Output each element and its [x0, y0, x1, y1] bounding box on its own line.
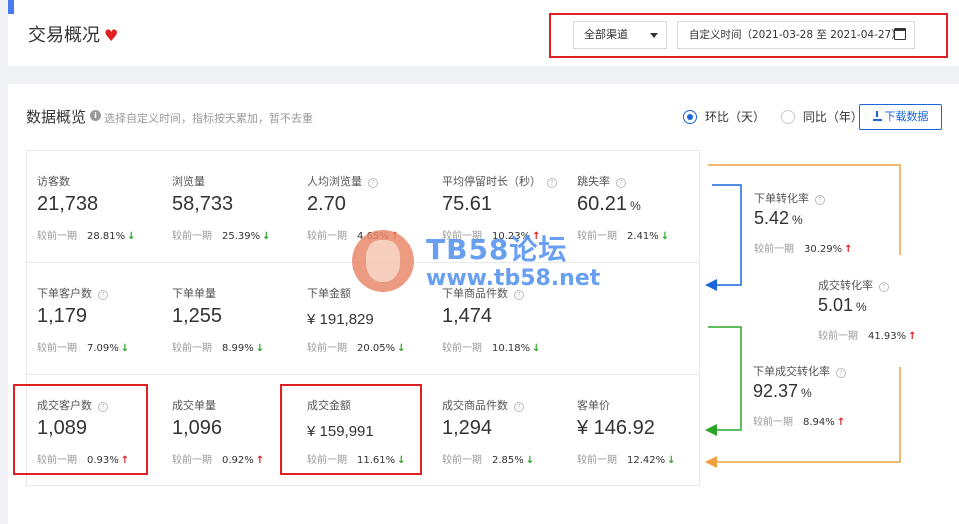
compare-pct: 30.29% [804, 244, 843, 255]
metric-value-number: 5.01 [818, 295, 854, 315]
calendar-icon [894, 28, 906, 40]
metric-order-deal-conversion: 下单成交转化率? 92.37% 较前一期 8.94% ↑ [753, 363, 883, 433]
metric-compare: 较前一期 30.29% ↑ [754, 240, 853, 255]
filter-highlight-box: 全部渠道 自定义时间（2021-03-28 至 2021-04-27） [549, 13, 948, 58]
highlight-deal-amount [280, 384, 422, 475]
metric-label-text: 成交转化率 [818, 279, 873, 292]
metric-label-text: 下单转化率 [754, 192, 809, 205]
compare-pct: 8.94% [803, 417, 835, 428]
metric-compare: 较前一期 8.94% ↑ [753, 413, 845, 428]
date-range-picker[interactable]: 自定义时间（2021-03-28 至 2021-04-27） [677, 21, 915, 49]
channel-select-value: 全部渠道 [584, 28, 628, 41]
data-overview-panel: 数据概览 i 选择自定义时间，指标按天累加，暂不去重 环比（天） 同比（年） 下… [8, 84, 959, 524]
metric-deal-conversion: 成交转化率? 5.01% 较前一期 41.93% ↑ [818, 277, 948, 347]
compare-label: 较前一期 [754, 244, 794, 255]
help-icon[interactable]: ? [815, 195, 825, 205]
help-icon[interactable]: ? [836, 368, 846, 378]
metric-unit: % [801, 386, 812, 400]
arrow-up-icon: ↑ [844, 244, 853, 255]
metric-label: 下单转化率? [754, 190, 825, 206]
metric-label-text: 下单成交转化率 [753, 365, 830, 378]
compare-pct: 41.93% [868, 331, 907, 342]
active-tab-marker [8, 0, 14, 14]
conversion-flow-lines [705, 164, 901, 468]
flow-line-blue [705, 184, 742, 291]
header-bar: 交易概况 ♥ 全部渠道 自定义时间（2021-03-28 至 2021-04-27… [8, 0, 959, 66]
metric-value: 5.42% [754, 208, 803, 229]
caret-down-icon [650, 33, 658, 38]
metric-label: 下单成交转化率? [753, 363, 846, 379]
heart-icon: ♥ [104, 26, 119, 45]
flow-line-green [705, 326, 742, 436]
date-range-value: 自定义时间（2021-03-28 至 2021-04-27） [689, 29, 902, 41]
metric-order-conversion: 下单转化率? 5.42% 较前一期 30.29% ↑ [754, 190, 884, 260]
metric-value-number: 5.42 [754, 208, 790, 228]
arrow-up-icon: ↑ [908, 331, 917, 342]
metric-compare: 较前一期 41.93% ↑ [818, 327, 917, 342]
metric-value: 5.01% [818, 295, 867, 316]
metric-unit: % [792, 213, 803, 227]
compare-label: 较前一期 [753, 417, 793, 428]
help-icon[interactable]: ? [879, 282, 889, 292]
highlight-deal-customers [13, 384, 148, 475]
channel-select[interactable]: 全部渠道 [573, 21, 667, 49]
compare-label: 较前一期 [818, 331, 858, 342]
arrow-up-icon: ↑ [836, 417, 846, 428]
page-title: 交易概况 ♥ [28, 21, 118, 47]
metric-value-number: 92.37 [753, 381, 799, 401]
page-title-text: 交易概况 [28, 25, 100, 46]
metric-value: 92.37% [753, 381, 812, 402]
metric-unit: % [856, 300, 867, 314]
metric-label: 成交转化率? [818, 277, 889, 293]
